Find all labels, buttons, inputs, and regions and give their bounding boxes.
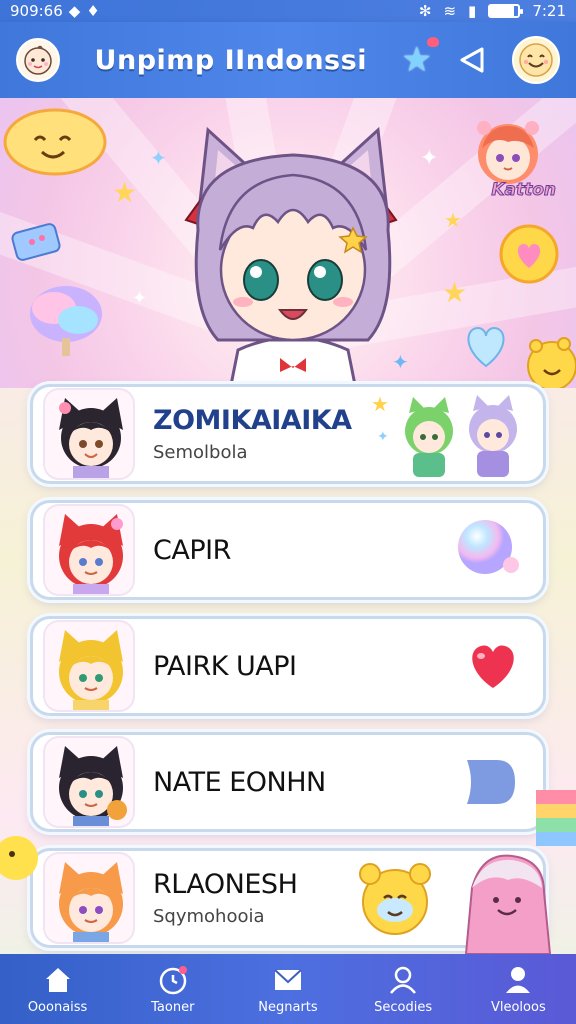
clock-icon <box>159 965 187 994</box>
battery-icon <box>488 4 524 18</box>
nav-label: Taoner <box>151 999 195 1015</box>
ribbon-icon <box>426 37 439 47</box>
list-item[interactable]: CAPIR <box>30 500 546 600</box>
nav-label: Vleoloos <box>490 999 546 1015</box>
contact-name: ZOMIKAIAIKA <box>153 405 352 436</box>
rainbow-icon <box>536 790 576 846</box>
location-icon: ◆ <box>68 2 81 20</box>
sticker-label: Katton <box>491 180 557 201</box>
crystal-heart-icon <box>467 326 505 368</box>
heart-icon[interactable] <box>465 640 521 692</box>
contact-name: NATE EONHN <box>153 766 326 798</box>
cotton-candy-icon <box>30 286 102 356</box>
app-header: Unpimp IIndonssi ★ <box>0 22 576 98</box>
wifi-icon: ≋ <box>443 2 457 20</box>
list-item[interactable]: NATE EONHN <box>30 732 546 832</box>
share-icon[interactable] <box>456 44 488 76</box>
sun-cloud-icon <box>3 108 107 176</box>
nav-profile[interactable]: Vleoloos <box>463 964 573 1015</box>
sparkle-icon: ✦ <box>150 146 167 170</box>
pink-creature-sticker <box>464 854 552 954</box>
bluetooth-icon: ✻ <box>418 2 432 20</box>
list-item[interactable]: ZOMIKAIAIKA Semolbola ★ ✦ <box>30 384 546 484</box>
star-icon: ★ <box>444 208 462 232</box>
gift-box-icon <box>11 223 61 261</box>
yellow-bear-sticker <box>527 337 576 388</box>
heart-balloon-icon <box>499 224 559 284</box>
green-and-purple-chibi-friends: ★ ✦ <box>371 392 517 477</box>
app-title: Unpimp IIndonssi <box>94 44 367 76</box>
bottom-navigation: Ooonaiss Taoner Negnarts Secodies Vleolo… <box>0 954 576 1024</box>
nav-label: Secodies <box>374 999 433 1015</box>
contact-subtitle: Sqymohooia <box>153 906 265 927</box>
shield-icon: ♦ <box>86 2 100 20</box>
envelope-icon <box>274 968 302 990</box>
signal-icon: ▮ <box>468 2 477 20</box>
star-icon: ★ <box>112 176 138 209</box>
baby-face-icon[interactable] <box>16 38 60 82</box>
avatar <box>43 388 135 480</box>
nav-timer[interactable]: Taoner <box>118 964 228 1015</box>
contact-name: RLAONESH <box>153 869 298 900</box>
contact-subtitle: Semolbola <box>153 442 248 463</box>
home-icon <box>45 967 70 992</box>
contact-name: PAIRK UAPI <box>153 650 297 682</box>
status-time-left: 909:66 <box>10 2 63 20</box>
avatar <box>43 504 135 596</box>
chick-icon <box>0 836 38 880</box>
avatar <box>43 620 135 712</box>
speech-bubble-icon[interactable] <box>461 756 517 808</box>
sparkle-icon: ✦ <box>132 288 148 309</box>
nav-home[interactable]: Ooonaiss <box>3 964 113 1015</box>
svg-text:✦: ✦ <box>377 429 389 445</box>
status-time-right: 7:21 <box>532 2 566 20</box>
star-icon[interactable]: ★ <box>402 37 439 80</box>
nav-contacts[interactable]: Secodies <box>348 964 458 1015</box>
nav-label: Negnarts <box>258 999 318 1015</box>
avatar <box>43 852 135 944</box>
sparkle-icon: ✦ <box>420 146 439 171</box>
status-bar: 909:66 ◆ ♦ ✻ ≋ ▮ 7:21 <box>0 0 576 22</box>
hero-banner: ★ ✦ ✦ ✦ ★ ★ ✦ Katton <box>0 98 576 388</box>
user-filled-icon <box>506 966 531 993</box>
contact-name: CAPIR <box>153 534 231 566</box>
nav-label: Ooonaiss <box>27 999 88 1015</box>
avatar <box>43 736 135 828</box>
svg-text:★: ★ <box>371 392 389 416</box>
cat-ear-girl-illustration <box>184 126 398 388</box>
smiley-profile-icon[interactable] <box>511 36 560 84</box>
list-item[interactable]: PAIRK UAPI <box>30 616 546 716</box>
bear-sticker <box>359 863 431 935</box>
nav-messages[interactable]: Negnarts <box>233 964 343 1015</box>
star-icon: ★ <box>442 276 468 309</box>
user-outline-icon <box>390 966 417 994</box>
bubble-icon <box>458 520 519 574</box>
